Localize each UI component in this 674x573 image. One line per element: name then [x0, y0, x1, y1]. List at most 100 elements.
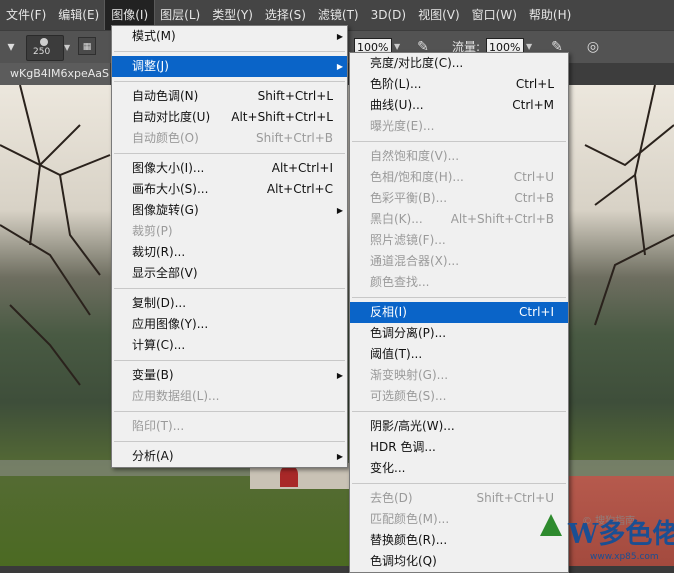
document-tab[interactable]: wKgB4IM6xpeAaSB — [0, 63, 110, 85]
image-menu-item-label: 陷印(T)... — [132, 419, 185, 433]
image-menu-item-24[interactable]: 分析(A) ▶ — [112, 446, 347, 467]
adjust-menu-item-8: 黑白(K)... Alt+Shift+Ctrl+B — [350, 209, 568, 230]
image-menu-item-4[interactable]: 自动色调(N) Shift+Ctrl+L — [112, 86, 347, 107]
image-menu-item-15[interactable]: 复制(D)... — [112, 293, 347, 314]
adjust-menu-item-7: 色彩平衡(B)... Ctrl+B — [350, 188, 568, 209]
image-menu-item-shortcut: Shift+Ctrl+L — [257, 89, 333, 103]
image-menu-separator — [114, 441, 345, 442]
menubar-item-8[interactable]: 视图(V) — [412, 0, 466, 30]
pressure-size-icon[interactable]: ◎ — [584, 38, 602, 56]
image-menu-item-9[interactable]: 画布大小(S)... Alt+Ctrl+C — [112, 179, 347, 200]
adjust-menu-item-6: 色相/饱和度(H)... Ctrl+U — [350, 167, 568, 188]
image-menu-item-label: 应用数据组(L)... — [132, 389, 220, 403]
image-menu-item-label: 变量(B) — [132, 368, 174, 382]
image-menu-item-shortcut: Shift+Ctrl+B — [256, 131, 333, 145]
image-menu-item-16[interactable]: 应用图像(Y)... — [112, 314, 347, 335]
image-menu-separator — [114, 51, 345, 52]
image-menu-item-label: 自动颜色(O) — [132, 131, 199, 145]
submenu-arrow-icon: ▶ — [336, 371, 343, 380]
image-menu-item-10[interactable]: 图像旋转(G) ▶ — [112, 200, 347, 221]
adjust-menu-item-label: 反相(I) — [370, 305, 407, 319]
adjust-menu-item-14[interactable]: 色调分离(P)... — [350, 323, 568, 344]
opacity-dropdown-arrow-icon[interactable]: ▼ — [394, 42, 400, 51]
image-menu-item-label: 分析(A) — [132, 449, 174, 463]
image-menu-separator — [114, 153, 345, 154]
brush-dropdown-arrow-icon[interactable]: ▼ — [64, 43, 70, 52]
image-menu-separator — [114, 81, 345, 82]
tree-branches-left — [0, 85, 111, 386]
brush-panel-toggle-icon[interactable]: ▦ — [78, 37, 96, 55]
image-menu-item-shortcut: Alt+Shift+Ctrl+L — [231, 110, 333, 124]
adjust-menu-item-10: 通道混合器(X)... — [350, 251, 568, 272]
image-menu-item-8[interactable]: 图像大小(I)... Alt+Ctrl+I — [112, 158, 347, 179]
brush-size-value: 250 — [33, 47, 51, 57]
image-menu-item-19[interactable]: 变量(B) ▶ — [112, 365, 347, 386]
adjust-menu-item-label: 通道混合器(X)... — [370, 254, 460, 268]
watermark-brand: W多色佬 — [568, 519, 674, 550]
image-menu-item-0[interactable]: 模式(M) ▶ — [112, 26, 347, 47]
adjust-menu-item-23: 去色(D) Shift+Ctrl+U — [350, 488, 568, 509]
adjust-menu-item-label: 渐变映射(G)... — [370, 368, 449, 382]
adjust-menu-item-label: 可选颜色(S)... — [370, 389, 447, 403]
adjust-menu-item-17: 可选颜色(S)... — [350, 386, 568, 407]
adjust-menu-item-1[interactable]: 色阶(L)... Ctrl+L — [350, 74, 568, 95]
menubar-item-0[interactable]: 文件(F) — [0, 0, 52, 30]
image-menu-item-20: 应用数据组(L)... — [112, 386, 347, 407]
brush-preset-picker[interactable]: 250 — [26, 35, 64, 61]
adjust-menu-item-0[interactable]: 亮度/对比度(C)... — [350, 53, 568, 74]
adjust-menu-item-label: 曲线(U)... — [370, 98, 424, 112]
menubar-item-7[interactable]: 3D(D) — [365, 0, 412, 30]
adjust-menu-item-20[interactable]: HDR 色调... — [350, 437, 568, 458]
adjust-menu-item-label: 黑白(K)... — [370, 212, 423, 226]
adjust-menu-separator — [352, 297, 566, 298]
image-menu-item-5[interactable]: 自动对比度(U) Alt+Shift+Ctrl+L — [112, 107, 347, 128]
adjust-menu-separator — [352, 411, 566, 412]
image-menu-item-17[interactable]: 计算(C)... — [112, 335, 347, 356]
adjust-menu-item-label: 去色(D) — [370, 491, 413, 505]
adjust-menu-item-label: 替换颜色(R)... — [370, 533, 448, 547]
flow-dropdown-arrow-icon[interactable]: ▼ — [526, 42, 532, 51]
adjust-menu-item-26[interactable]: 色调均化(Q) — [350, 551, 568, 572]
tool-preset-dropdown-icon[interactable]: ▾ — [2, 38, 20, 56]
adjust-menu-item-9: 照片滤镜(F)... — [350, 230, 568, 251]
adjustments-submenu: 亮度/对比度(C)... 色阶(L)... Ctrl+L 曲线(U)... Ctrl+M… — [349, 52, 569, 573]
adjust-menu-item-19[interactable]: 阴影/高光(W)... — [350, 416, 568, 437]
brush-tip-icon — [40, 38, 48, 46]
image-menu-item-22: 陷印(T)... — [112, 416, 347, 437]
adjust-menu-item-25[interactable]: 替换颜色(R)... — [350, 530, 568, 551]
image-menu-item-label: 自动对比度(U) — [132, 110, 211, 124]
adjust-menu-separator — [352, 141, 566, 142]
adjust-menu-item-13[interactable]: 反相(I) Ctrl+I — [350, 302, 568, 323]
adjust-menu-item-21[interactable]: 变化... — [350, 458, 568, 479]
image-menu-item-label: 自动色调(N) — [132, 89, 199, 103]
menubar-item-1[interactable]: 编辑(E) — [52, 0, 105, 30]
image-menu-item-label: 裁剪(P) — [132, 224, 173, 238]
image-menu-item-label: 调整(J) — [132, 59, 169, 73]
submenu-arrow-icon: ▶ — [336, 62, 343, 71]
image-menu-item-label: 画布大小(S)... — [132, 182, 209, 196]
image-menu-item-2[interactable]: 调整(J) ▶ — [112, 56, 347, 77]
submenu-arrow-icon: ▶ — [336, 32, 343, 41]
menubar-item-10[interactable]: 帮助(H) — [523, 0, 577, 30]
image-menu-item-label: 计算(C)... — [132, 338, 186, 352]
menubar-item-9[interactable]: 窗口(W) — [466, 0, 523, 30]
image-menu-item-shortcut: Alt+Ctrl+C — [266, 182, 333, 196]
image-menu-item-label: 模式(M) — [132, 29, 176, 43]
image-menu-item-shortcut: Alt+Ctrl+I — [271, 161, 333, 175]
adjust-menu-item-24: 匹配颜色(M)... — [350, 509, 568, 530]
image-menu-item-11: 裁剪(P) — [112, 221, 347, 242]
image-menu-item-label: 图像旋转(G) — [132, 203, 199, 217]
adjust-menu-item-15[interactable]: 阈值(T)... — [350, 344, 568, 365]
image-menu-item-13[interactable]: 显示全部(V) — [112, 263, 347, 284]
image-menu-item-label: 裁切(R)... — [132, 245, 186, 259]
adjust-menu-item-16: 渐变映射(G)... — [350, 365, 568, 386]
adjust-menu-item-2[interactable]: 曲线(U)... Ctrl+M — [350, 95, 568, 116]
image-menu-item-label: 复制(D)... — [132, 296, 187, 310]
adjust-menu-item-label: 色彩平衡(B)... — [370, 191, 448, 205]
adjust-menu-item-3: 曝光度(E)... — [350, 116, 568, 137]
image-menu-item-label: 图像大小(I)... — [132, 161, 205, 175]
tree-branches-right — [584, 85, 674, 326]
image-menu-item-12[interactable]: 裁切(R)... — [112, 242, 347, 263]
image-menu-separator — [114, 360, 345, 361]
adjust-menu-item-label: 自然饱和度(V)... — [370, 149, 460, 163]
